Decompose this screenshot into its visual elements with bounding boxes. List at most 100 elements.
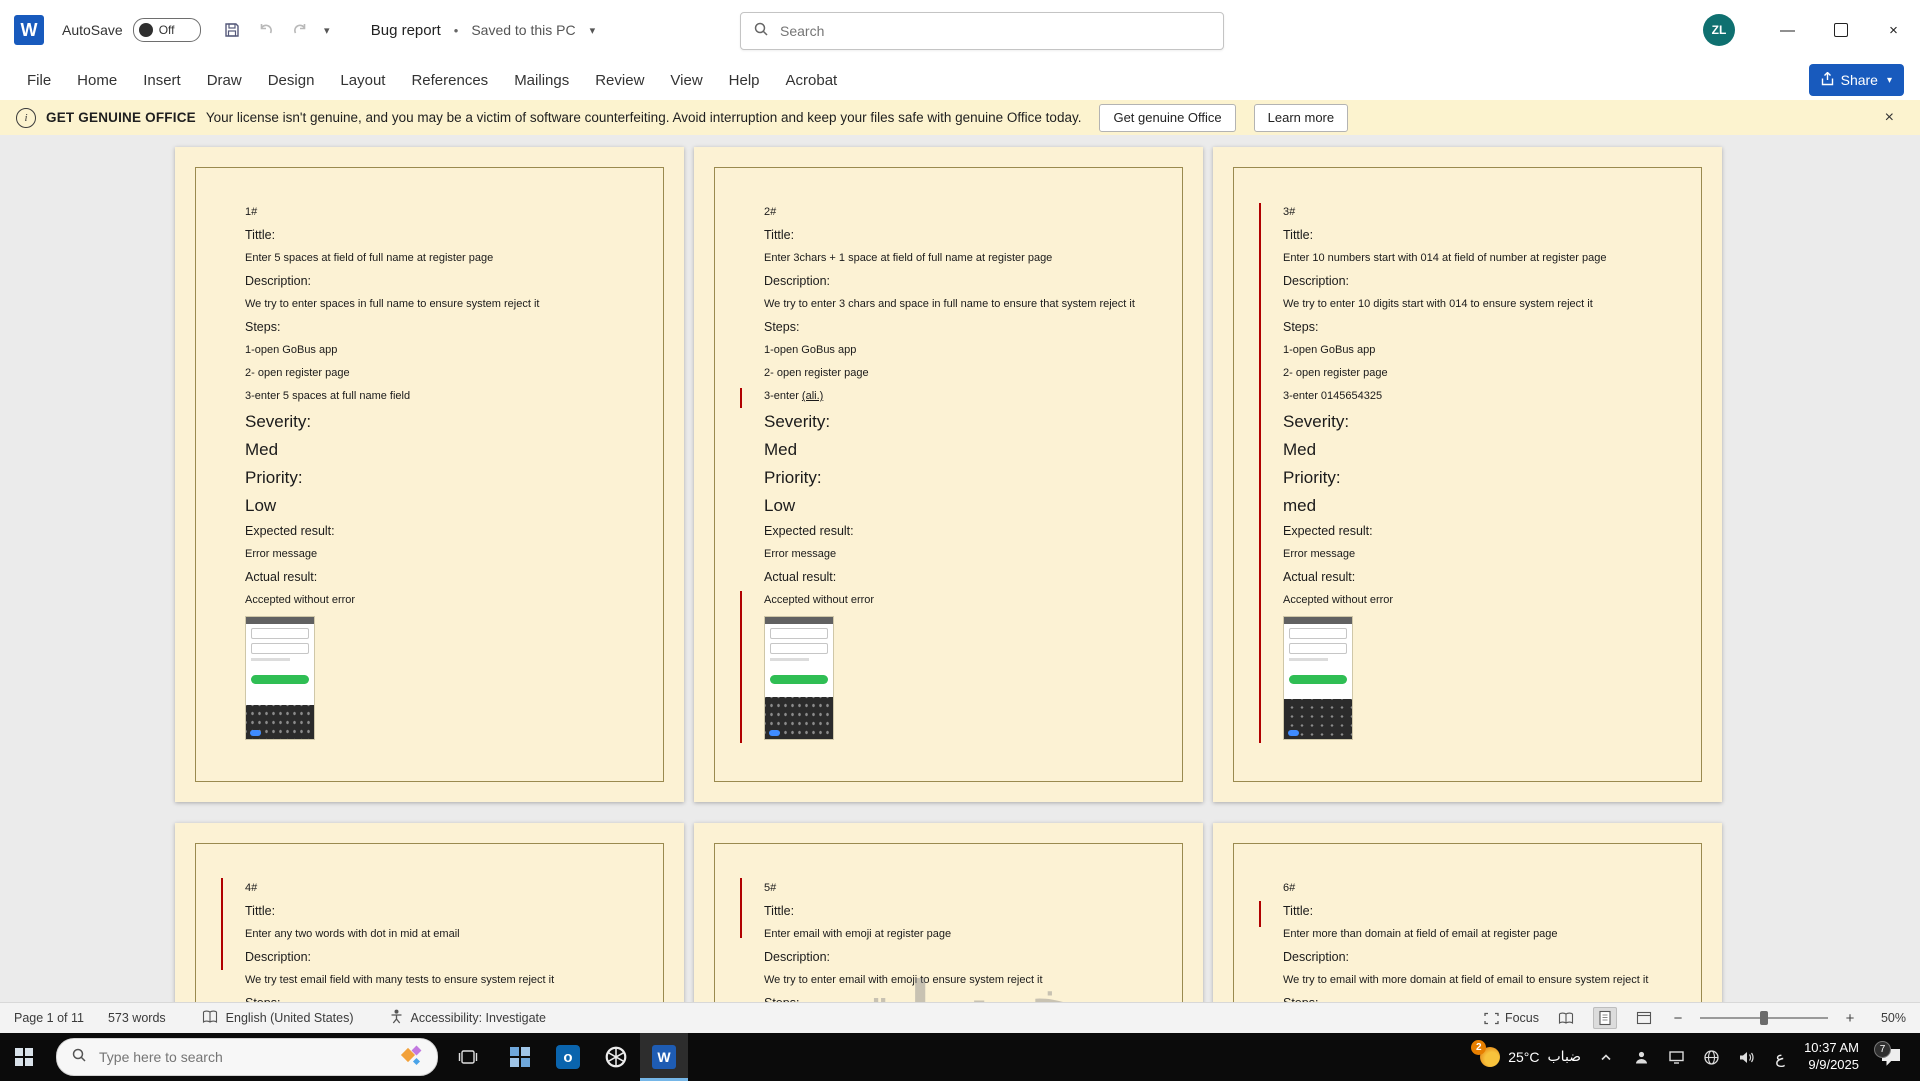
taskbar-word-icon[interactable]: W [640, 1033, 688, 1081]
page-4[interactable]: 4# Tittle: Enter any two words with dot … [175, 823, 684, 1002]
bug-number[interactable]: 1# [245, 205, 637, 228]
expected-result-label[interactable]: Expected result: [245, 524, 637, 547]
learn-more-button[interactable]: Learn more [1253, 103, 1349, 132]
step-3[interactable]: 3-enter 5 spaces at full name field [245, 389, 637, 412]
zoom-level[interactable]: 50% [1872, 1011, 1906, 1025]
description-text[interactable]: We try to enter 10 digits start with 014… [1283, 297, 1675, 320]
title-label[interactable]: Tittle: [1283, 228, 1675, 251]
redo-icon[interactable] [285, 15, 315, 45]
language-indicator[interactable]: English (United States) [226, 1011, 354, 1025]
accessibility-status[interactable]: Accessibility: Investigate [411, 1011, 546, 1025]
actual-result-label[interactable]: Actual result: [245, 570, 637, 593]
share-button[interactable]: Share ▾ [1808, 64, 1904, 96]
actual-result-value[interactable]: Accepted without error [764, 593, 1156, 616]
actual-result-value[interactable]: Accepted without error [1283, 593, 1675, 616]
hidden-icons-chevron[interactable] [1596, 1047, 1616, 1067]
step-2[interactable]: 2- open register page [245, 366, 637, 389]
bug-screenshot-thumbnail[interactable] [1283, 616, 1353, 740]
proofing-icon[interactable] [202, 1010, 218, 1027]
page-2[interactable]: 2# Tittle: Enter 3chars + 1 space at fie… [694, 147, 1203, 802]
taskbar-outlook-icon[interactable]: o [544, 1033, 592, 1081]
title-label[interactable]: Tittle: [764, 228, 1156, 251]
menu-layout[interactable]: Layout [329, 66, 396, 95]
title-label[interactable]: Tittle: [245, 904, 637, 927]
priority-label[interactable]: Priority: [1283, 468, 1675, 496]
expected-result-value[interactable]: Error message [1283, 547, 1675, 570]
step-2[interactable]: 2- open register page [764, 366, 1156, 389]
menu-review[interactable]: Review [584, 66, 655, 95]
step-3[interactable]: 3-enter (ali.) [764, 389, 1156, 412]
step-2[interactable]: 2- open register page [1283, 366, 1675, 389]
page-indicator[interactable]: Page 1 of 11 [14, 1011, 84, 1025]
priority-value[interactable]: Low [764, 496, 1156, 524]
page-3[interactable]: 3# Tittle: Enter 10 numbers start with 0… [1213, 147, 1722, 802]
tray-person-icon[interactable] [1631, 1047, 1651, 1067]
severity-label[interactable]: Severity: [245, 412, 637, 440]
steps-label[interactable]: Steps: [245, 320, 637, 343]
menu-help[interactable]: Help [718, 66, 771, 95]
notification-center-icon[interactable]: 7 [1874, 1033, 1908, 1081]
description-text[interactable]: We try to email with more domain at fiel… [1283, 973, 1675, 996]
bug-number[interactable]: 4# [245, 881, 637, 904]
title-label[interactable]: Tittle: [1283, 904, 1675, 927]
menu-acrobat[interactable]: Acrobat [775, 66, 849, 95]
expected-result-value[interactable]: Error message [764, 547, 1156, 570]
taskbar-chatgpt-icon[interactable] [592, 1033, 640, 1081]
expected-result-label[interactable]: Expected result: [1283, 524, 1675, 547]
bug-number[interactable]: 3# [1283, 205, 1675, 228]
steps-label[interactable]: Steps: [1283, 320, 1675, 343]
title-text[interactable]: Enter email with emoji at register page [764, 927, 1156, 950]
description-label[interactable]: Description: [764, 274, 1156, 297]
severity-value[interactable]: Med [764, 440, 1156, 468]
title-label[interactable]: Tittle: [764, 904, 1156, 927]
menu-references[interactable]: References [400, 66, 499, 95]
weather-widget[interactable]: 2 25°C ضباب [1471, 1040, 1581, 1067]
steps-label[interactable]: Steps: [764, 320, 1156, 343]
title-text[interactable]: Enter more than domain at field of email… [1283, 927, 1675, 950]
web-layout-icon[interactable] [1632, 1007, 1656, 1029]
autosave-toggle[interactable]: Off [132, 18, 201, 42]
zoom-slider-thumb[interactable] [1760, 1011, 1768, 1025]
tray-display-icon[interactable] [1666, 1047, 1686, 1067]
severity-label[interactable]: Severity: [1283, 412, 1675, 440]
title-text[interactable]: Enter 10 numbers start with 014 at field… [1283, 251, 1675, 274]
actual-result-value[interactable]: Accepted without error [245, 593, 637, 616]
menu-mailings[interactable]: Mailings [503, 66, 580, 95]
page-6[interactable]: 6# Tittle: Enter more than domain at fie… [1213, 823, 1722, 1002]
document-title[interactable]: Bug report [371, 22, 441, 39]
priority-label[interactable]: Priority: [245, 468, 637, 496]
step-1[interactable]: 1-open GoBus app [245, 343, 637, 366]
search-box[interactable] [740, 12, 1224, 50]
description-text[interactable]: We try to enter 3 chars and space in ful… [764, 297, 1156, 320]
search-input[interactable] [778, 22, 1211, 40]
actual-result-label[interactable]: Actual result: [764, 570, 1156, 593]
task-view-icon[interactable] [446, 1033, 490, 1081]
expected-result-value[interactable]: Error message [245, 547, 637, 570]
step-1[interactable]: 1-open GoBus app [764, 343, 1156, 366]
taskbar-app-grid-icon[interactable] [496, 1033, 544, 1081]
close-button[interactable]: × [1867, 0, 1920, 60]
keyboard-language-indicator[interactable]: ع [1771, 1048, 1789, 1067]
priority-value[interactable]: Low [245, 496, 637, 524]
maximize-button[interactable] [1814, 0, 1867, 60]
taskbar-search-box[interactable] [56, 1038, 438, 1076]
menu-home[interactable]: Home [66, 66, 128, 95]
description-label[interactable]: Description: [245, 950, 637, 973]
title-label[interactable]: Tittle: [245, 228, 637, 251]
document-canvas[interactable]: 1# Tittle: Enter 5 spaces at field of fu… [0, 135, 1920, 1002]
volume-icon[interactable] [1736, 1047, 1756, 1067]
save-icon[interactable] [217, 15, 247, 45]
quick-access-toolbar-caret-icon[interactable]: ▾ [319, 24, 335, 37]
severity-value[interactable]: Med [1283, 440, 1675, 468]
bug-screenshot-thumbnail[interactable] [764, 616, 834, 740]
zoom-slider[interactable] [1700, 1010, 1828, 1026]
bug-number[interactable]: 6# [1283, 881, 1675, 904]
severity-value[interactable]: Med [245, 440, 637, 468]
step-1[interactable]: 1-open GoBus app [1283, 343, 1675, 366]
menu-file[interactable]: File [16, 66, 62, 95]
taskbar-search-input[interactable] [97, 1048, 391, 1066]
bug-number[interactable]: 2# [764, 205, 1156, 228]
title-text[interactable]: Enter 5 spaces at field of full name at … [245, 251, 637, 274]
severity-label[interactable]: Severity: [764, 412, 1156, 440]
menu-view[interactable]: View [659, 66, 713, 95]
